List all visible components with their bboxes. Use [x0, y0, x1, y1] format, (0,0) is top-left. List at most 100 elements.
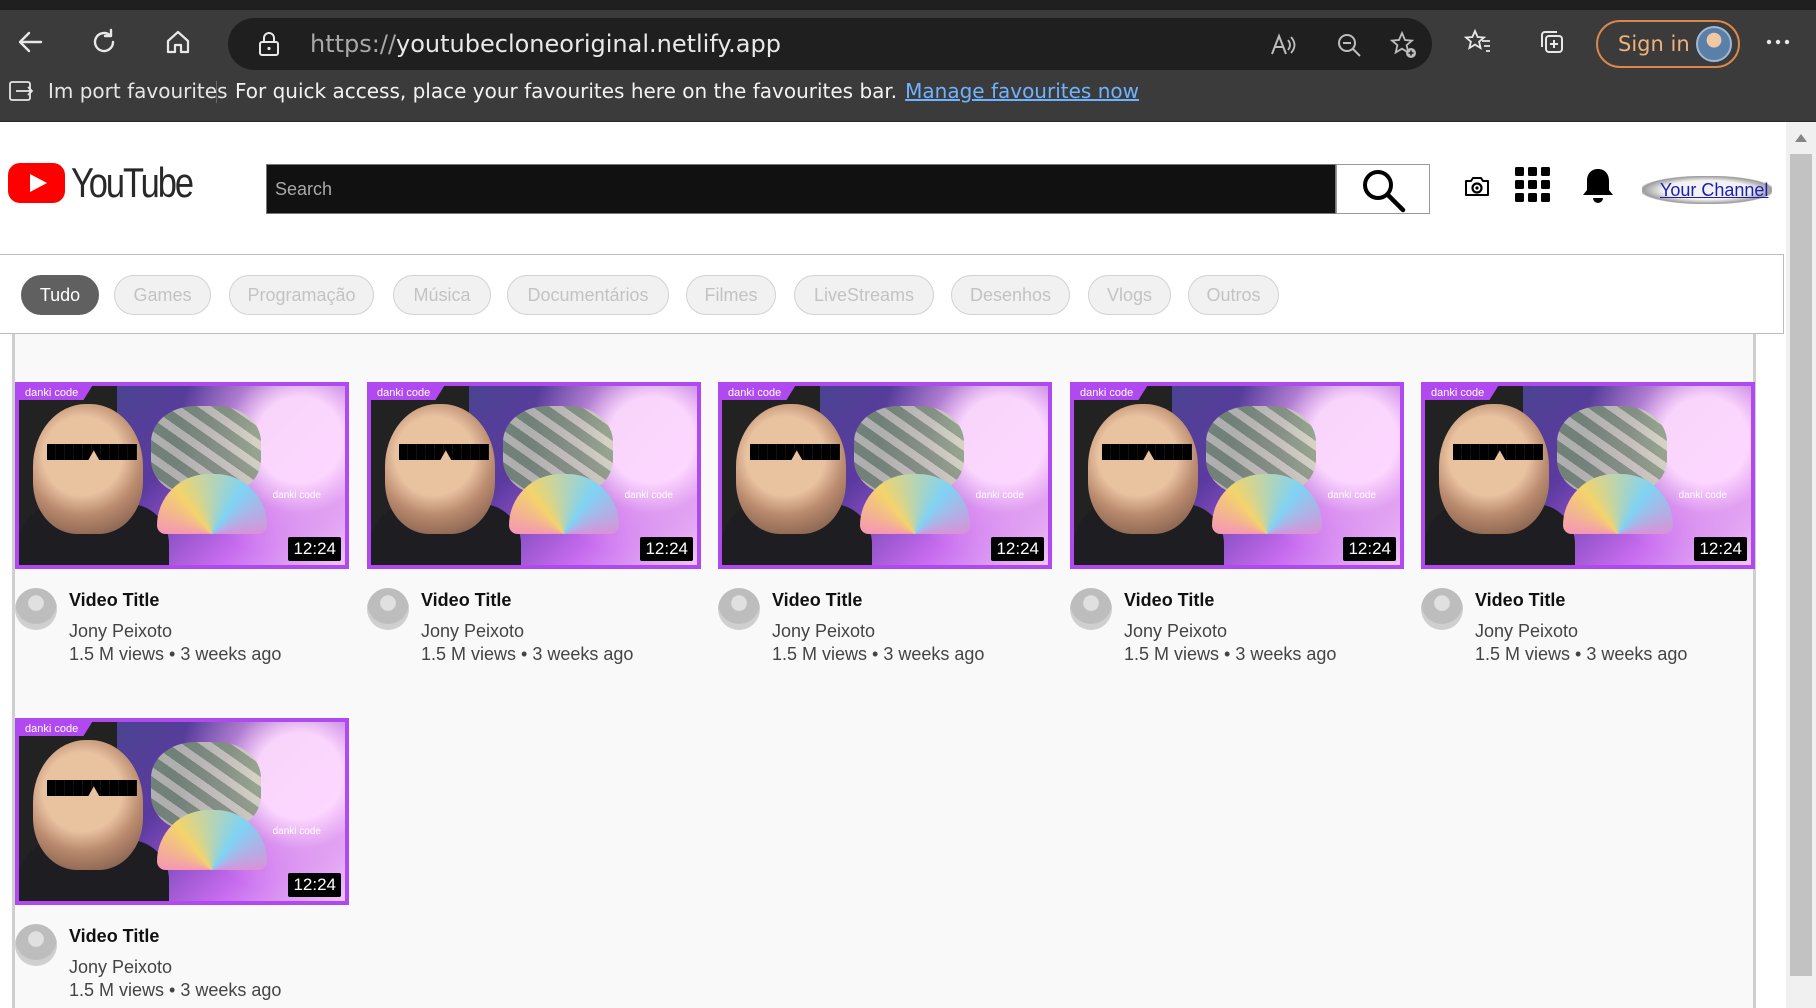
- video-meta: 1.5 M views • 3 weeks ago: [1124, 644, 1337, 664]
- search-icon: [1363, 170, 1406, 213]
- import-favourites-button[interactable]: Im port favourites: [8, 71, 227, 111]
- video-card[interactable]: danki code danki code 12:24 Video Title …: [718, 382, 1052, 672]
- video-card[interactable]: danki code danki code 12:24 Video Title …: [15, 382, 349, 672]
- url-text[interactable]: https://youtubecloneoriginal.netlify.app: [310, 18, 781, 70]
- video-title[interactable]: Video Title: [69, 590, 159, 611]
- search-input[interactable]: [266, 164, 1336, 214]
- url-host: youtubecloneoriginal.netlify.app: [396, 30, 781, 58]
- manage-favourites-link[interactable]: Manage favourites now: [905, 79, 1139, 103]
- video-thumbnail[interactable]: danki code danki code 12:24: [1421, 382, 1755, 569]
- video-meta: 1.5 M views • 3 weeks ago: [69, 644, 282, 664]
- video-duration: 12:24: [1694, 537, 1747, 561]
- video-thumbnail[interactable]: danki code danki code 12:24: [15, 718, 349, 905]
- scrollbar-thumb[interactable]: [1790, 154, 1812, 976]
- thumbnail-brand: danki code: [19, 722, 93, 736]
- channel-avatar[interactable]: [15, 924, 57, 966]
- channel-name[interactable]: Jony Peixoto: [1475, 621, 1578, 642]
- favourites-hint-text: For quick access, place your favourites …: [235, 79, 898, 103]
- video-card[interactable]: danki code danki code 12:24 Video Title …: [367, 382, 701, 672]
- channel-avatar[interactable]: [1070, 588, 1112, 630]
- logo-text: YouTube: [71, 159, 194, 206]
- channel-name[interactable]: Jony Peixoto: [69, 621, 172, 642]
- import-icon: [9, 81, 34, 101]
- camera-icon[interactable]: [1462, 172, 1492, 202]
- chip-musica[interactable]: Música: [393, 275, 491, 315]
- page-scrollbar[interactable]: [1786, 122, 1816, 1008]
- video-thumbnail[interactable]: danki code danki code 12:24: [15, 382, 349, 569]
- sign-in-label: Sign in: [1618, 32, 1690, 56]
- video-title[interactable]: Video Title: [1124, 590, 1214, 611]
- back-arrow-icon[interactable]: [8, 20, 52, 64]
- apps-grid-icon[interactable]: [1514, 166, 1552, 204]
- address-bar[interactable]: https://youtubecloneoriginal.netlify.app: [228, 18, 1432, 70]
- video-meta: 1.5 M views • 3 weeks ago: [69, 980, 282, 1000]
- site-header: YouTube Your Channel: [0, 122, 1786, 254]
- thumbnail-brand-small: danki code: [272, 826, 321, 837]
- video-duration: 12:24: [991, 537, 1044, 561]
- chip-programacao[interactable]: Programação: [229, 275, 374, 315]
- channel-name[interactable]: Jony Peixoto: [69, 957, 172, 978]
- channel-avatar[interactable]: [367, 588, 409, 630]
- web-page: YouTube Your Channel Tudo Games Programa…: [0, 122, 1786, 1008]
- video-title[interactable]: Video Title: [1475, 590, 1565, 611]
- chip-games[interactable]: Games: [114, 275, 211, 315]
- channel-avatar[interactable]: [15, 588, 57, 630]
- more-options-icon[interactable]: [1756, 20, 1800, 64]
- channel-name[interactable]: Jony Peixoto: [772, 621, 875, 642]
- your-channel-link[interactable]: Your Channel: [1642, 176, 1773, 204]
- channel-name[interactable]: Jony Peixoto: [421, 621, 524, 642]
- bell-icon[interactable]: [1580, 166, 1616, 206]
- chip-vlogs[interactable]: Vlogs: [1088, 275, 1171, 315]
- video-thumbnail[interactable]: danki code danki code 12:24: [718, 382, 1052, 569]
- video-duration: 12:24: [288, 873, 341, 897]
- video-card[interactable]: danki code danki code 12:24 Video Title …: [1070, 382, 1404, 672]
- chip-livestreams[interactable]: LiveStreams: [794, 275, 934, 315]
- video-meta: 1.5 M views • 3 weeks ago: [772, 644, 985, 664]
- thumbnail-brand: danki code: [1074, 386, 1148, 400]
- refresh-icon[interactable]: [82, 20, 126, 64]
- chip-filmes[interactable]: Filmes: [686, 275, 776, 315]
- video-card[interactable]: danki code danki code 12:24 Video Title …: [1421, 382, 1755, 672]
- lock-icon[interactable]: [256, 30, 282, 58]
- video-title[interactable]: Video Title: [69, 926, 159, 947]
- favourites-icon[interactable]: [1456, 20, 1500, 64]
- video-title[interactable]: Video Title: [421, 590, 511, 611]
- chip-outros[interactable]: Outros: [1188, 275, 1279, 315]
- thumbnail-brand-small: danki code: [1678, 490, 1727, 501]
- channel-avatar[interactable]: [1421, 588, 1463, 630]
- divider: [216, 81, 217, 103]
- channel-name[interactable]: Jony Peixoto: [1124, 621, 1227, 642]
- favourites-message: For quick access, place your favourites …: [235, 71, 1139, 111]
- profile-avatar: [1696, 26, 1732, 62]
- video-title[interactable]: Video Title: [772, 590, 862, 611]
- favourites-bar: Im port favourites For quick access, pla…: [0, 71, 1816, 122]
- add-favourite-icon[interactable]: [1388, 30, 1418, 60]
- video-duration: 12:24: [288, 537, 341, 561]
- video-duration: 12:24: [1343, 537, 1396, 561]
- scroll-up-arrow-icon[interactable]: [1795, 134, 1807, 142]
- thumbnail-brand: danki code: [722, 386, 796, 400]
- thumbnail-brand-small: danki code: [272, 490, 321, 501]
- read-aloud-icon[interactable]: [1268, 30, 1298, 60]
- collections-icon[interactable]: [1530, 20, 1574, 64]
- browser-toolbar: https://youtubecloneoriginal.netlify.app…: [0, 0, 1816, 71]
- chip-tudo[interactable]: Tudo: [21, 275, 99, 315]
- video-thumbnail[interactable]: danki code danki code 12:24: [1070, 382, 1404, 569]
- youtube-logo[interactable]: YouTube: [8, 159, 219, 206]
- thumbnail-brand-small: danki code: [1327, 490, 1376, 501]
- search-button[interactable]: [1336, 164, 1430, 214]
- channel-avatar[interactable]: [718, 588, 760, 630]
- chip-desenhos[interactable]: Desenhos: [951, 275, 1070, 315]
- video-thumbnail[interactable]: danki code danki code 12:24: [367, 382, 701, 569]
- home-icon[interactable]: [156, 20, 200, 64]
- import-favourites-label: Im port favourites: [48, 79, 228, 103]
- video-grid: danki code danki code 12:24 Video Title …: [12, 334, 1756, 1008]
- zoom-out-icon[interactable]: [1334, 30, 1364, 60]
- video-card[interactable]: danki code danki code 12:24 Video Title …: [15, 718, 349, 1008]
- category-chips: Tudo Games Programação Música Documentár…: [0, 254, 1784, 334]
- chip-documentarios[interactable]: Documentários: [507, 275, 669, 315]
- sign-in-button[interactable]: Sign in: [1596, 20, 1740, 68]
- thumbnail-brand-small: danki code: [624, 490, 673, 501]
- thumbnail-brand: danki code: [371, 386, 445, 400]
- url-scheme: https://: [310, 30, 397, 58]
